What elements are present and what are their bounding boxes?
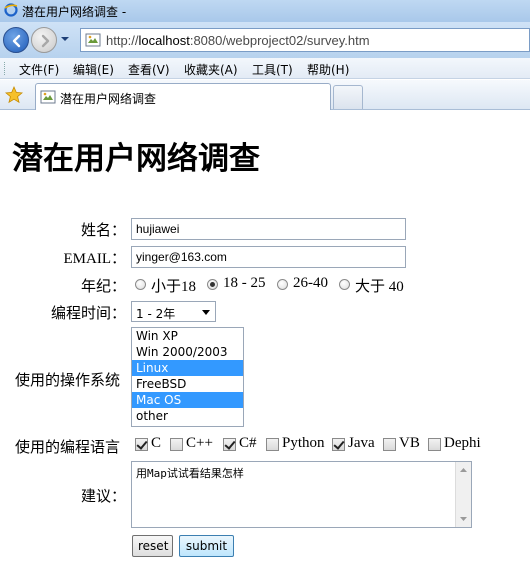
os-option[interactable]: other (132, 408, 243, 424)
os-listbox[interactable]: Win XP Win 2000/2003 Linux FreeBSD Mac O… (131, 327, 244, 427)
os-option[interactable]: Mac OS (132, 392, 243, 408)
toolbar-grip (4, 62, 7, 75)
age-radio-over40[interactable] (339, 279, 350, 290)
programming-time-value: 1 - 2年 (136, 307, 176, 321)
os-label: 使用的操作系统 (15, 373, 121, 389)
age-option-label: 小于18 (151, 279, 197, 295)
suggestion-label: 建议： (80, 489, 126, 505)
tab-survey[interactable]: 潜在用户网络调查 (35, 83, 331, 110)
languages-label: 使用的编程语言 (15, 440, 121, 456)
lang-checkbox-vb[interactable] (383, 438, 396, 451)
menu-help[interactable]: 帮助(H) (307, 61, 349, 78)
lang-option-label: Python (282, 435, 325, 451)
window-titlebar: 潜在用户网络调查 - (0, 0, 530, 22)
url-text: http://localhost:8080/webproject02/surve… (106, 33, 370, 48)
lang-checkbox-cpp[interactable] (170, 438, 183, 451)
age-option-label: 大于 40 (355, 279, 404, 295)
age-radio-26-40[interactable] (277, 279, 288, 290)
window-title: 潜在用户网络调查 - (22, 5, 127, 19)
age-radio-under18[interactable] (135, 279, 146, 290)
lang-checkbox-python[interactable] (266, 438, 279, 451)
menu-file[interactable]: 文件(F) (19, 61, 59, 78)
page-content: 潜在用户网络调查 姓名： hujiawei EMAIL： yinger@163.… (0, 111, 530, 588)
chevron-down-icon (202, 310, 210, 315)
menu-favorites[interactable]: 收藏夹(A) (184, 61, 238, 78)
lang-checkbox-delphi[interactable] (428, 438, 441, 451)
lang-option-label: C++ (186, 435, 213, 451)
os-option[interactable]: Win XP (132, 328, 243, 344)
tab-bar: 潜在用户网络调查 (0, 80, 530, 110)
age-option-label: 26-40 (293, 275, 328, 291)
menu-edit[interactable]: 编辑(E) (73, 61, 114, 78)
reset-button[interactable]: reset (132, 535, 173, 557)
os-option[interactable]: FreeBSD (132, 376, 243, 392)
history-dropdown-icon[interactable] (60, 36, 70, 42)
os-option[interactable]: Linux (132, 360, 243, 376)
page-icon (85, 33, 101, 47)
suggestion-text: 用Map试试看结果怎样 (136, 467, 244, 480)
navigation-bar: http://localhost:8080/webproject02/surve… (0, 22, 530, 58)
new-tab-button[interactable] (333, 85, 363, 109)
address-bar[interactable]: http://localhost:8080/webproject02/surve… (80, 28, 530, 52)
textarea-scrollbar[interactable] (455, 462, 471, 527)
favorites-star-icon[interactable] (5, 86, 23, 104)
arrow-left-icon (12, 34, 21, 48)
forward-button[interactable] (31, 27, 57, 53)
lang-option-label: C# (239, 435, 257, 451)
email-input[interactable]: yinger@163.com (131, 246, 406, 268)
lang-option-label: VB (399, 435, 420, 451)
menu-view[interactable]: 查看(V) (128, 61, 170, 78)
page-icon (40, 90, 56, 104)
scroll-up-icon[interactable] (460, 468, 467, 472)
scroll-down-icon[interactable] (460, 517, 467, 521)
back-button[interactable] (3, 27, 29, 53)
page-title: 潜在用户网络调查 (12, 141, 260, 176)
lang-checkbox-java[interactable] (332, 438, 345, 451)
email-label: EMAIL： (63, 251, 127, 267)
tab-label: 潜在用户网络调查 (60, 92, 157, 106)
name-label: 姓名： (80, 223, 126, 239)
programming-time-select[interactable]: 1 - 2年 (131, 301, 216, 322)
programming-time-label: 编程时间： (50, 306, 126, 322)
lang-option-label: C (151, 435, 162, 451)
menu-tools[interactable]: 工具(T) (252, 61, 293, 78)
ie-icon (4, 3, 18, 17)
age-radio-18-25[interactable] (207, 279, 218, 290)
suggestion-textarea[interactable]: 用Map试试看结果怎样 (131, 461, 472, 528)
os-option[interactable]: Win 2000/2003 (132, 344, 243, 360)
lang-option-label: Dephi (444, 435, 481, 451)
lang-option-label: Java (348, 435, 375, 451)
name-input[interactable]: hujiawei (131, 218, 406, 240)
submit-button[interactable]: submit (179, 535, 234, 557)
age-label: 年纪： (80, 279, 126, 295)
lang-checkbox-csharp[interactable] (223, 438, 236, 451)
age-option-label: 18 - 25 (223, 275, 266, 291)
menu-bar: 文件(F) 编辑(E) 查看(V) 收藏夹(A) 工具(T) 帮助(H) (0, 58, 530, 79)
lang-checkbox-c[interactable] (135, 438, 148, 451)
arrow-right-icon (41, 34, 50, 48)
